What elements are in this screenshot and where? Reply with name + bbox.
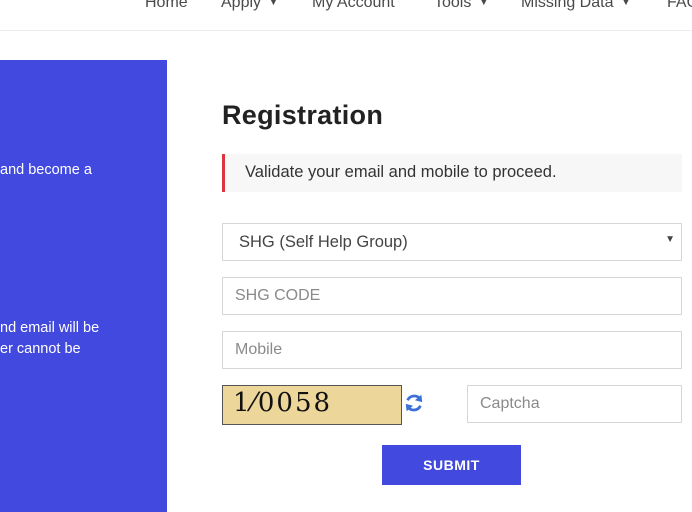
shg-code-input[interactable]: SHG CODE (222, 277, 682, 315)
chevron-down-icon: ▼ (621, 0, 631, 7)
nav-label: Home (145, 0, 188, 11)
captcha-text: 1⁄0058 (233, 388, 333, 418)
nav-item-apply[interactable]: Apply ▼ (221, 0, 278, 12)
captcha-image: 1⁄0058 (222, 385, 402, 425)
nav-item-faq[interactable]: FAQ (667, 0, 692, 12)
mobile-input[interactable]: Mobile (222, 331, 682, 369)
top-navigation: Home Apply ▼ My Account Tools ▼ Missing Da… (0, 0, 692, 31)
submit-button[interactable]: SUBMIT (382, 445, 521, 485)
refresh-icon[interactable] (403, 392, 425, 414)
nav-label: Missing Data (521, 0, 614, 11)
page-title: Registration (222, 100, 384, 130)
captcha-input[interactable]: Captcha (467, 385, 682, 423)
info-text-line: nd email will be (0, 320, 100, 336)
chevron-down-icon: ▼ (479, 0, 489, 7)
nav-item-missing-data[interactable]: Missing Data ▼ (521, 0, 630, 12)
captcha-placeholder: Captcha (480, 395, 540, 412)
nav-label: My Account (312, 0, 395, 11)
submit-label: SUBMIT (423, 457, 480, 473)
category-select-value: SHG (Self Help Group) (239, 233, 408, 251)
mobile-placeholder: Mobile (235, 341, 283, 358)
shg-code-placeholder: SHG CODE (235, 287, 321, 304)
category-select[interactable]: SHG (Self Help Group) ▼ (222, 223, 682, 261)
nav-label: Apply (221, 0, 262, 11)
chevron-down-icon: ▼ (269, 0, 278, 7)
nav-label: FAQ (667, 0, 692, 11)
nav-item-tools[interactable]: Tools ▼ (434, 0, 488, 12)
nav-label: Tools (434, 0, 472, 11)
info-alert: Validate your email and mobile to procee… (222, 154, 682, 192)
info-panel: and become a nd email will be er cannot … (0, 60, 167, 512)
alert-text: Validate your email and mobile to procee… (245, 163, 557, 181)
chevron-down-icon: ▼ (665, 234, 675, 245)
info-text-line: and become a (0, 162, 92, 178)
nav-item-home[interactable]: Home (145, 0, 188, 12)
nav-item-my-account[interactable]: My Account (312, 0, 395, 12)
info-text-line: er cannot be (0, 341, 81, 357)
